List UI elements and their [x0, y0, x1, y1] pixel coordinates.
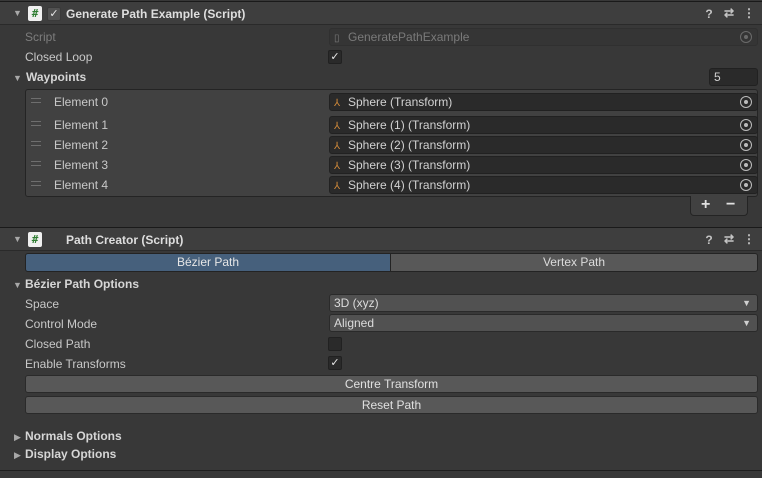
- component-title: Generate Path Example (Script): [66, 7, 246, 21]
- control-mode-label: Control Mode: [25, 317, 98, 331]
- bezier-options-foldout-icon[interactable]: ▼: [13, 280, 22, 290]
- centre-transform-button[interactable]: Centre Transform: [25, 375, 758, 393]
- control-mode-dropdown[interactable]: Aligned ▼: [329, 314, 758, 332]
- script-field-value: GeneratePathExample: [348, 30, 470, 44]
- presets-icon[interactable]: ⇄: [722, 6, 736, 20]
- waypoints-label[interactable]: Waypoints: [26, 70, 86, 84]
- drag-handle-icon[interactable]: [31, 161, 41, 166]
- element-object-value: Sphere (4) (Transform): [348, 178, 471, 192]
- space-dropdown[interactable]: 3D (xyz) ▼: [329, 294, 758, 312]
- context-menu-icon[interactable]: ⋮: [742, 232, 756, 246]
- element-label: Element 4: [54, 178, 109, 192]
- object-picker-icon[interactable]: [740, 96, 752, 108]
- element-object-value: Sphere (1) (Transform): [348, 118, 471, 132]
- element-object-field[interactable]: ⅄ Sphere (2) (Transform): [329, 136, 758, 154]
- object-picker-icon[interactable]: [740, 119, 752, 131]
- context-menu-icon[interactable]: ⋮: [742, 6, 756, 20]
- element-object-value: Sphere (2) (Transform): [348, 138, 471, 152]
- object-picker-icon[interactable]: [740, 179, 752, 191]
- closed-path-label: Closed Path: [25, 337, 91, 351]
- normals-foldout-icon[interactable]: ▶: [14, 432, 21, 443]
- list-footer: + −: [690, 196, 748, 216]
- closed-path-checkbox[interactable]: [328, 337, 342, 351]
- element-object-field[interactable]: ⅄ Sphere (3) (Transform): [329, 156, 758, 174]
- display-options-label[interactable]: Display Options: [25, 447, 116, 461]
- element-label: Element 1: [54, 118, 109, 132]
- transform-icon: ⅄: [334, 121, 341, 132]
- chevron-down-icon: ▼: [742, 298, 751, 308]
- transform-icon: ⅄: [334, 161, 341, 172]
- closed-loop-label: Closed Loop: [25, 50, 93, 64]
- control-mode-dropdown-value: Aligned: [334, 316, 375, 330]
- element-object-value: Sphere (Transform): [348, 95, 453, 109]
- bezier-options-label[interactable]: Bézier Path Options: [25, 277, 139, 291]
- enable-transforms-checkbox[interactable]: ✓: [328, 356, 342, 370]
- drag-handle-icon[interactable]: [31, 121, 41, 126]
- element-label: Element 3: [54, 158, 109, 172]
- script-field: ▯ GeneratePathExample: [329, 28, 758, 46]
- element-object-field[interactable]: ⅄ Sphere (4) (Transform): [329, 176, 758, 194]
- help-icon[interactable]: ?: [702, 7, 716, 21]
- component-enabled-checkbox[interactable]: ✓: [47, 7, 61, 21]
- object-picker-icon: [740, 31, 752, 43]
- waypoints-size-field[interactable]: 5: [709, 68, 758, 86]
- chevron-down-icon: ▼: [742, 318, 751, 328]
- drag-handle-icon[interactable]: [31, 181, 41, 186]
- transform-icon: ⅄: [334, 181, 341, 192]
- normals-options-label[interactable]: Normals Options: [25, 429, 122, 443]
- transform-icon: ⅄: [334, 141, 341, 152]
- space-dropdown-value: 3D (xyz): [334, 296, 379, 310]
- enable-transforms-label: Enable Transforms: [25, 357, 126, 371]
- transform-icon: ⅄: [334, 98, 341, 109]
- display-foldout-icon[interactable]: ▶: [14, 450, 21, 461]
- foldout-arrow-icon[interactable]: ▼: [13, 234, 22, 244]
- object-picker-icon[interactable]: [740, 139, 752, 151]
- script-label: Script: [25, 30, 56, 44]
- script-icon: #: [28, 6, 42, 21]
- tab-bezier-path[interactable]: Bézier Path: [25, 253, 391, 272]
- script-icon: #: [28, 232, 42, 247]
- help-icon[interactable]: ?: [702, 233, 716, 247]
- divider: [0, 470, 762, 471]
- element-object-field[interactable]: ⅄ Sphere (Transform): [329, 93, 758, 111]
- element-object-value: Sphere (3) (Transform): [348, 158, 471, 172]
- generate-path-header[interactable]: ▼ # ✓ Generate Path Example (Script) ? ⇄…: [0, 1, 762, 25]
- remove-element-button[interactable]: −: [726, 196, 735, 214]
- reset-path-button[interactable]: Reset Path: [25, 396, 758, 414]
- drag-handle-icon[interactable]: [31, 141, 41, 146]
- waypoints-size-value: 5: [714, 70, 721, 84]
- object-picker-icon[interactable]: [740, 159, 752, 171]
- path-creator-header[interactable]: ▼ # Path Creator (Script) ? ⇄ ⋮: [0, 227, 762, 251]
- waypoints-foldout-icon[interactable]: ▼: [13, 73, 22, 83]
- script-file-icon: ▯: [334, 33, 340, 44]
- tab-vertex-path[interactable]: Vertex Path: [390, 253, 758, 272]
- component-title: Path Creator (Script): [66, 233, 184, 247]
- closed-loop-checkbox[interactable]: ✓: [328, 50, 342, 64]
- element-label: Element 0: [54, 95, 109, 109]
- space-label: Space: [25, 297, 60, 311]
- drag-handle-icon[interactable]: [31, 98, 41, 103]
- add-element-button[interactable]: +: [701, 196, 710, 214]
- presets-icon[interactable]: ⇄: [722, 232, 736, 246]
- foldout-arrow-icon[interactable]: ▼: [13, 8, 22, 18]
- element-object-field[interactable]: ⅄ Sphere (1) (Transform): [329, 116, 758, 134]
- element-label: Element 2: [54, 138, 109, 152]
